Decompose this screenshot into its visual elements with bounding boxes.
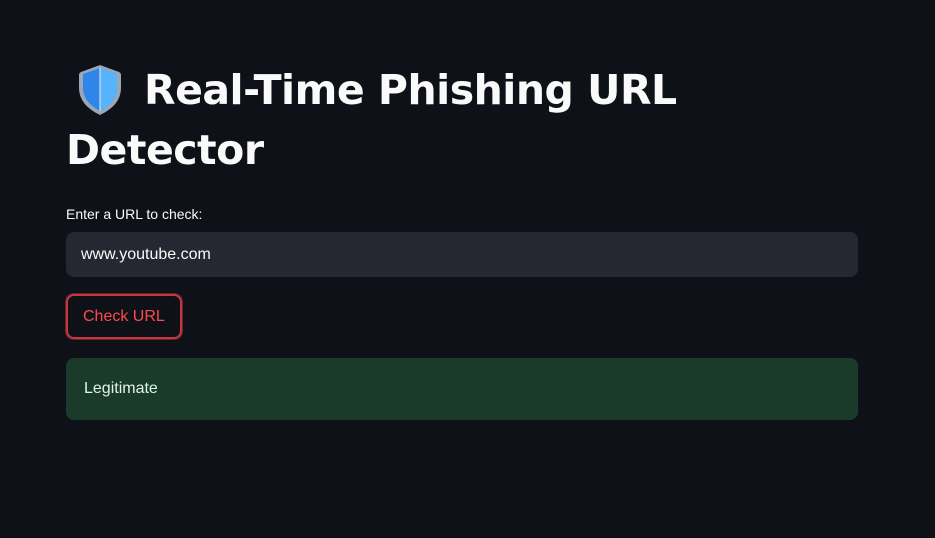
check-url-button[interactable]: Check URL bbox=[66, 294, 182, 339]
title-text-line-1: Real-Time Phishing URL bbox=[144, 66, 677, 114]
main-content: Real-Time Phishing URL Detector Enter a … bbox=[66, 60, 858, 420]
result-text: Legitimate bbox=[84, 380, 158, 397]
result-success-alert: Legitimate bbox=[66, 358, 858, 420]
url-input-label: Enter a URL to check: bbox=[66, 206, 203, 222]
app-container: Real-Time Phishing URL Detector Enter a … bbox=[0, 0, 935, 538]
title-line-1: Real-Time Phishing URL bbox=[66, 60, 858, 120]
url-input[interactable] bbox=[66, 232, 858, 277]
shield-icon bbox=[78, 64, 122, 116]
page-title: Real-Time Phishing URL Detector bbox=[66, 60, 858, 180]
title-text-line-2: Detector bbox=[66, 126, 264, 174]
